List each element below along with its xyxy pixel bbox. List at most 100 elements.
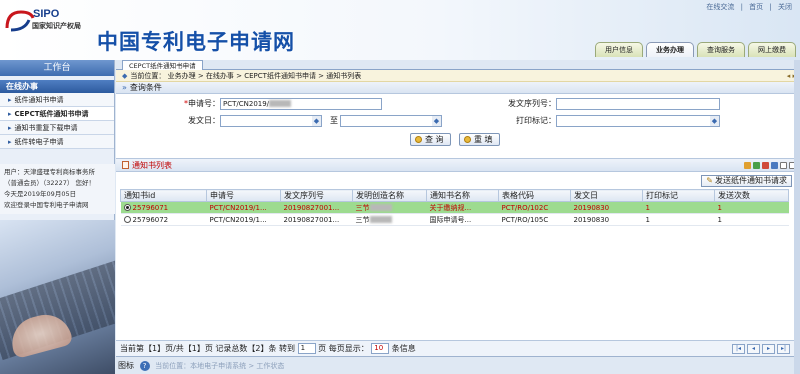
pagination-bar: 当前第【1】页/共【1】页 记录总数【2】条 转到 1 页 每页显示： 10 条… bbox=[116, 340, 800, 356]
redacted-mark bbox=[269, 100, 292, 107]
page-tab[interactable]: CEPCT纸件通知书申请 bbox=[122, 60, 203, 70]
pager-nav: |◂ ◂ ▸ ▸| bbox=[732, 344, 790, 354]
tab-business[interactable]: 业务办理 bbox=[646, 42, 694, 57]
next-page-icon[interactable]: ▸ bbox=[762, 344, 775, 354]
list-action-row: ✎ 发送纸件通知书请求 bbox=[116, 172, 800, 189]
to-label: 至 bbox=[330, 116, 338, 125]
user-line: 欢迎登录中国专利电子申请网 bbox=[4, 201, 89, 209]
tab-query-service[interactable]: 查询服务 bbox=[697, 42, 745, 57]
row-radio[interactable] bbox=[123, 215, 131, 223]
top-link-close[interactable]: 关闭 bbox=[778, 3, 792, 11]
sidebar-item-cepct-notice[interactable]: ▸ CEPCT纸件通知书申请 bbox=[0, 107, 114, 121]
arrow-right-icon: ▸ bbox=[8, 96, 12, 104]
pager-suffix: 条信息 bbox=[391, 344, 416, 353]
app-no-value: PCT/CN2019/ bbox=[223, 100, 270, 108]
top-link-sep: | bbox=[769, 3, 772, 11]
table-cell: 三节 bbox=[352, 213, 427, 226]
cell-invention: 三节 bbox=[355, 215, 370, 224]
app-no-input[interactable]: PCT/CN2019/ bbox=[220, 98, 382, 110]
query-title: 查询条件 bbox=[129, 83, 162, 92]
column-header[interactable]: 通知书id bbox=[120, 189, 207, 202]
column-header[interactable]: 发文日 bbox=[570, 189, 643, 202]
export-icon[interactable] bbox=[753, 162, 760, 169]
table-cell: 1 bbox=[714, 213, 789, 226]
reset-button-label: 重 填 bbox=[474, 135, 493, 144]
chevron-down-icon[interactable]: ◆ bbox=[710, 116, 719, 126]
edit-icon: ✎ bbox=[706, 176, 713, 185]
top-link-chat[interactable]: 在线交流 bbox=[706, 3, 734, 11]
notice-table: 通知书id 申请号 发文序列号 发明创造名称 通知书名称 表格代码 发文日 打印… bbox=[120, 189, 789, 226]
query-form: *申请号： PCT/CN2019/ 发文序列号： 发文日： ◆ 至 ◆ 打印标记… bbox=[116, 94, 800, 158]
table-cell[interactable]: 25796071 bbox=[120, 201, 207, 214]
user-line: （普通会员）（32227） 您好！ bbox=[4, 179, 95, 187]
sidebar-item-label: 纸件通知书申请 bbox=[14, 96, 64, 104]
status-bar: 图标 ? 当前位置：本地电子申请系统 > 工作状态 bbox=[116, 356, 800, 374]
location-icon: ◆ bbox=[122, 72, 128, 80]
first-page-icon[interactable]: |◂ bbox=[732, 344, 745, 354]
refresh-icon[interactable] bbox=[771, 162, 778, 169]
sidebar-item-paper-to-electronic[interactable]: ▸ 纸件转电子申请 bbox=[0, 135, 114, 149]
last-page-icon[interactable]: ▸| bbox=[777, 344, 790, 354]
sidebar-item-paper-notice[interactable]: ▸ 纸件通知书申请 bbox=[0, 93, 114, 107]
print-icon[interactable] bbox=[762, 162, 769, 169]
query-button[interactable]: 查 询 bbox=[410, 133, 451, 146]
column-header[interactable]: 打印标记 bbox=[642, 189, 715, 202]
sidebar-item-redownload[interactable]: ▸ 通知书重复下载申请 bbox=[0, 121, 114, 135]
per-page-input[interactable]: 10 bbox=[371, 343, 390, 354]
chevron-down-icon[interactable]: » bbox=[122, 83, 127, 92]
query-section-title: » 查询条件 bbox=[116, 82, 800, 94]
column-header[interactable]: 发送次数 bbox=[714, 189, 789, 202]
column-header[interactable]: 表格代码 bbox=[498, 189, 571, 202]
status-faded-text: 当前位置：本地电子申请系统 > 工作状态 bbox=[155, 362, 285, 370]
top-links: 在线交流 | 首页 | 关闭 bbox=[704, 2, 794, 12]
column-header[interactable]: 发文序列号 bbox=[280, 189, 353, 202]
send-paper-notice-button[interactable]: ✎ 发送纸件通知书请求 bbox=[701, 175, 792, 187]
table-row[interactable]: 25796072 PCT/CN2019/1... 20190827001... … bbox=[120, 213, 789, 226]
reset-icon bbox=[464, 136, 471, 143]
sidebar: 工作台 在线办事 ▸ 纸件通知书申请 ▸ CEPCT纸件通知书申请 ▸ 通知书重复下载… bbox=[0, 60, 115, 374]
breadcrumb: ◆ 当前位置： 业务办理 > 在线办事 > CEPCT纸件通知书申请 > 通知书列… bbox=[116, 70, 800, 82]
arrow-right-icon: ▸ bbox=[8, 124, 12, 132]
status-label: 图标 bbox=[118, 361, 134, 370]
sidebar-title: 工作台 bbox=[0, 60, 114, 76]
minimize-icon[interactable] bbox=[780, 162, 787, 169]
doc-no-input[interactable] bbox=[556, 98, 720, 110]
table-cell: 20190830 bbox=[570, 213, 643, 226]
print-flag-select[interactable]: ◆ bbox=[556, 115, 720, 127]
column-header[interactable]: 发明创造名称 bbox=[352, 189, 427, 202]
table-cell: 20190830 bbox=[570, 201, 643, 214]
list-section-title: 通知书列表 bbox=[116, 158, 800, 172]
column-header[interactable]: 申请号 bbox=[206, 189, 281, 202]
logo-text: SIPO bbox=[33, 8, 60, 20]
table-cell: 20190827001... bbox=[280, 201, 353, 214]
list-toolbar bbox=[744, 162, 796, 169]
arrow-right-icon: ▸ bbox=[8, 110, 12, 118]
top-link-home[interactable]: 首页 bbox=[749, 3, 763, 11]
column-header[interactable]: 通知书名称 bbox=[426, 189, 499, 202]
calendar-dropdown-icon[interactable]: ◆ bbox=[312, 116, 321, 126]
reset-button[interactable]: 重 填 bbox=[459, 133, 500, 146]
sidebar-group-online[interactable]: 在线办事 bbox=[0, 80, 114, 93]
pager-per-page-label: 页 每页显示： bbox=[318, 344, 369, 353]
query-button-label: 查 询 bbox=[425, 135, 444, 144]
table-row[interactable]: 25796071 PCT/CN2019/1... 20190827001... … bbox=[120, 201, 789, 214]
calendar-dropdown-icon[interactable]: ◆ bbox=[432, 116, 441, 126]
send-date-from-picker[interactable]: ◆ bbox=[220, 115, 322, 127]
breadcrumb-text: 当前位置： 业务办理 > 在线办事 > CEPCT纸件通知书申请 > 通知书列表 bbox=[130, 72, 362, 80]
tab-online-payment[interactable]: 网上缴费 bbox=[748, 42, 796, 57]
redacted-mark bbox=[369, 215, 392, 223]
table-cell: 三节 bbox=[352, 201, 427, 214]
user-line: 用户：天津盛理专利商标事务所 bbox=[4, 168, 95, 176]
pager-info: 当前第【1】页/共【1】页 记录总数【2】条 转到 bbox=[120, 344, 296, 353]
send-date-to-picker[interactable]: ◆ bbox=[340, 115, 442, 127]
table-cell[interactable]: 25796072 bbox=[120, 213, 207, 226]
help-icon[interactable]: ? bbox=[139, 361, 150, 371]
table-cell: PCT/RO/102C bbox=[498, 201, 571, 214]
settings-icon[interactable] bbox=[744, 162, 751, 169]
row-radio[interactable] bbox=[123, 203, 131, 211]
prev-page-icon[interactable]: ◂ bbox=[747, 344, 760, 354]
table-cell: 国际申请号... bbox=[426, 213, 499, 226]
goto-page-input[interactable]: 1 bbox=[297, 343, 316, 354]
keyboard-illustration bbox=[0, 220, 115, 374]
tab-user-info[interactable]: 用户信息 bbox=[595, 42, 643, 57]
